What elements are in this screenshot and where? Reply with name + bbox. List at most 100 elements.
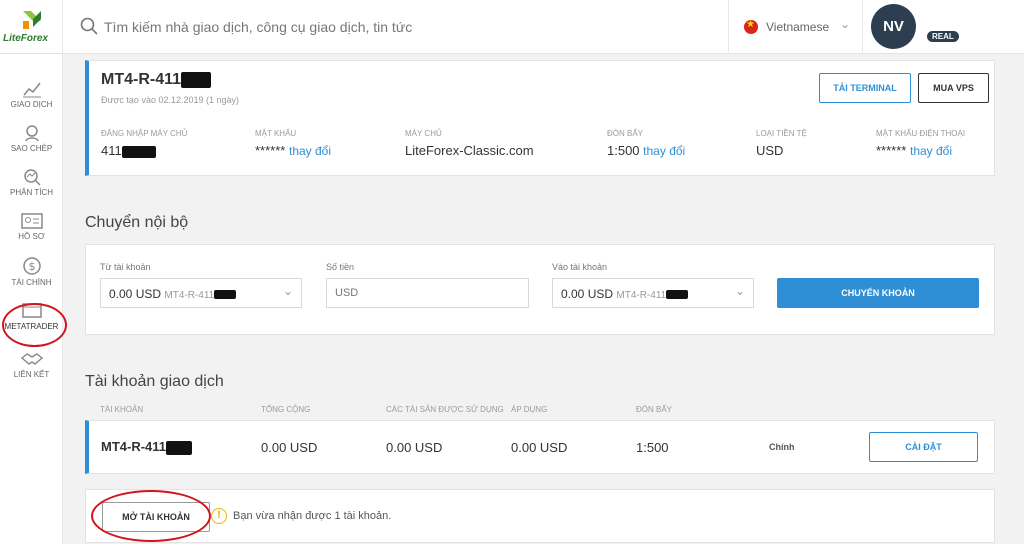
row-applied: 0.00 USD <box>511 440 568 455</box>
row-account-name: MT4-R-411 <box>101 439 167 454</box>
column-header-account: TÀI KHOẢN <box>100 405 144 414</box>
from-account-name: MT4-R-411 <box>164 290 215 301</box>
field-value: 411 <box>101 143 122 158</box>
account-created: Được tạo vào 02.12.2019 (1 ngày) <box>101 95 240 105</box>
row-used: 0.00 USD <box>386 440 443 455</box>
sidebar-item-label: SAO CHÉP <box>10 144 53 153</box>
top-bar: LiteForex Vietnamese ⌄ NV REAL <box>0 0 1024 54</box>
sidebar-item-ho-so[interactable]: HỒ SƠ <box>0 212 63 241</box>
brand-name: LiteForex <box>3 33 49 44</box>
sidebar: GIAO DỊCH SAO CHÉP PHÂN TÍCH HỒ SƠ $ TÀI… <box>0 54 63 544</box>
open-account-notice: Bạn vừa nhận được 1 tài khoản. <box>233 510 392 522</box>
analysis-icon <box>23 169 41 186</box>
sidebar-item-phan-tich[interactable]: PHÂN TÍCH <box>0 168 63 197</box>
buy-vps-button[interactable]: MUA VPS <box>918 73 989 103</box>
chevron-down-icon: ⌄ <box>840 17 851 31</box>
search-bar <box>64 0 729 54</box>
field-caption: ĐÒN BẨY <box>607 129 644 138</box>
account-name: MT4-R-411 <box>101 71 182 88</box>
redaction <box>121 145 156 158</box>
copy-trade-icon <box>24 125 39 142</box>
transfer-card: Từ tài khoản 0.00 USD MT4-R-411 ⌄ Số tiề… <box>85 244 995 335</box>
column-header-used: CÁC TÀI SẢN ĐƯỢC SỬ DỤNG <box>386 405 504 414</box>
annotation-oval-open-account <box>91 490 211 542</box>
column-header-applied: ÁP DỤNG <box>511 405 548 414</box>
redaction <box>214 290 237 300</box>
transfer-button[interactable]: CHUYỂN KHOẢN <box>777 278 979 308</box>
field-value: LiteForex-Classic.com <box>405 143 534 158</box>
language-selector[interactable]: Vietnamese ⌄ <box>730 0 863 54</box>
sidebar-item-sao-chep[interactable]: SAO CHÉP <box>0 124 63 153</box>
sidebar-item-label: PHÂN TÍCH <box>10 188 53 197</box>
field-value: USD <box>756 143 784 158</box>
to-account-select[interactable]: 0.00 USD MT4-R-411 ⌄ <box>552 278 754 308</box>
amount-input[interactable] <box>326 278 529 308</box>
profile-icon <box>20 213 43 229</box>
account-card: MT4-R-411 Được tạo vào 02.12.2019 (1 ngà… <box>85 60 995 176</box>
redaction <box>181 71 212 88</box>
annotation-oval-metatrader <box>2 303 67 347</box>
sidebar-item-giao-dich[interactable]: GIAO DỊCH <box>0 80 63 109</box>
to-balance: 0.00 USD <box>561 287 614 301</box>
field-caption: MÁY CHỦ <box>405 129 442 138</box>
field-caption: ĐĂNG NHẬP MÁY CHỦ <box>101 129 188 138</box>
to-account-label: Vào tài khoản <box>552 262 608 272</box>
sidebar-item-lien-ket[interactable]: LIÊN KẾT <box>0 350 63 379</box>
warning-icon: ! <box>211 508 227 524</box>
from-account-select[interactable]: 0.00 USD MT4-R-411 ⌄ <box>100 278 302 308</box>
svg-text:$: $ <box>28 260 35 273</box>
logo-icon <box>23 11 41 29</box>
account-title: MT4-R-411 <box>101 71 212 89</box>
redaction <box>666 290 689 300</box>
handshake-icon <box>20 353 43 365</box>
column-header-leverage: ĐÒN BẨY <box>636 405 673 414</box>
account-type-badge: REAL <box>927 31 959 42</box>
dollar-icon: $ <box>22 257 41 275</box>
field-caption: LOẠI TIỀN TỆ <box>756 129 807 138</box>
language-label: Vietnamese <box>766 20 830 34</box>
row-total: 0.00 USD <box>261 440 318 455</box>
settings-button[interactable]: CÀI ĐẶT <box>869 432 978 462</box>
field-value: 1:500 <box>607 143 640 158</box>
field-phone-password: MẬT KHẨU ĐIỆN THOẠI ****** thay đổi <box>876 129 965 158</box>
sidebar-item-label: GIAO DỊCH <box>10 100 53 109</box>
chart-icon <box>22 82 41 98</box>
sidebar-item-tai-chinh[interactable]: $ TÀI CHÍNH <box>0 256 63 287</box>
to-account-name: MT4-R-411 <box>616 290 667 301</box>
row-account[interactable]: MT4-R-411 <box>101 439 193 455</box>
field-value: ****** <box>876 143 907 158</box>
change-leverage-link[interactable]: thay đổi <box>643 144 685 158</box>
change-password-link[interactable]: thay đổi <box>289 144 331 158</box>
table-row: MT4-R-411 0.00 USD 0.00 USD 0.00 USD 1:5… <box>85 420 995 474</box>
row-leverage: 1:500 <box>636 440 669 455</box>
field-server: MÁY CHỦ LiteForex-Classic.com <box>405 129 534 158</box>
field-password: MẬT KHẨU ****** thay đổi <box>255 129 331 158</box>
download-terminal-button[interactable]: TẢI TERMINAL <box>819 73 911 103</box>
field-value: ****** <box>255 143 286 158</box>
vietnam-flag-icon <box>744 19 758 34</box>
change-phone-password-link[interactable]: thay đổi <box>910 144 952 158</box>
amount-field[interactable] <box>335 279 520 307</box>
open-account-card: MỞ TÀI KHOẢN ! Bạn vừa nhận được 1 tài k… <box>85 489 995 543</box>
chevron-down-icon: ⌄ <box>283 284 294 298</box>
field-currency: LOẠI TIỀN TỆ USD <box>756 129 807 158</box>
redaction <box>166 440 193 455</box>
transfer-title: Chuyển nội bộ <box>85 214 189 231</box>
logo[interactable]: LiteForex <box>0 0 63 54</box>
from-account-label: Từ tài khoản <box>100 262 151 272</box>
search-icon <box>80 17 98 35</box>
avatar[interactable]: NV <box>871 4 916 49</box>
field-leverage: ĐÒN BẨY 1:500 thay đổi <box>607 129 685 158</box>
row-type: Chính <box>769 442 795 452</box>
trading-title: Tài khoản giao dịch <box>85 373 224 390</box>
chevron-down-icon: ⌄ <box>735 284 746 298</box>
amount-label: Số tiền <box>326 262 355 272</box>
field-caption: MẬT KHẨU ĐIỆN THOẠI <box>876 129 966 138</box>
sidebar-item-label: LIÊN KẾT <box>13 370 50 379</box>
from-balance: 0.00 USD <box>109 287 162 301</box>
search-input[interactable] <box>104 14 704 40</box>
sidebar-item-label: HỒ SƠ <box>18 232 45 241</box>
field-caption: MẬT KHẨU <box>255 129 297 138</box>
column-header-total: TỔNG CỘNG <box>261 405 311 414</box>
sidebar-item-label: TÀI CHÍNH <box>11 278 52 287</box>
